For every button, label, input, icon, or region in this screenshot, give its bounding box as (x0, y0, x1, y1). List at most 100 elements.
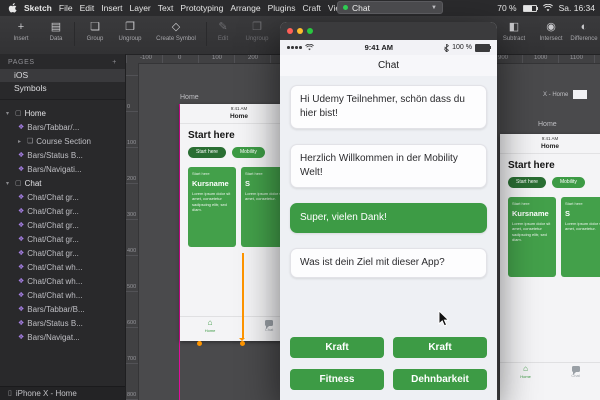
symbol-icon: ❖ (18, 306, 25, 313)
artboard-title[interactable]: Home (180, 94, 199, 101)
menu-text[interactable]: Text (158, 3, 174, 13)
layer-row-home[interactable]: ▾ ▢ Home (0, 106, 125, 120)
reply-button-fitness[interactable]: Fitness (290, 369, 384, 390)
ungroup-icon: ❐ (125, 21, 135, 33)
close-window-button[interactable] (287, 28, 293, 34)
menu-arrange[interactable]: Arrange (230, 3, 260, 13)
mobility-button[interactable]: Mobility (551, 177, 585, 188)
menu-layer[interactable]: Layer (130, 3, 151, 13)
menu-craft[interactable]: Craft (303, 3, 321, 13)
page-title: Chat (377, 60, 400, 71)
layer-row[interactable]: ❖ Chat/Chat gr... (0, 232, 125, 246)
toolbar-difference-button[interactable]: ◐ Difference (569, 20, 599, 42)
layer-row[interactable]: ❖ Bars/Status B... (0, 148, 125, 162)
menu-plugins[interactable]: Plugins (268, 3, 296, 13)
course-card[interactable]: Start here Kursname Lorem ipsum dolor si… (188, 167, 236, 247)
layer-row[interactable]: ❖ Bars/Tabbar/B... (0, 302, 125, 316)
section-heading: Start here (508, 160, 555, 171)
menubar-clock[interactable]: Sa. 16:34 (559, 3, 595, 13)
layer-row[interactable]: ❖ Chat/Chat wh... (0, 288, 125, 302)
layer-row-chat[interactable]: ▾ ▢ Chat (0, 176, 125, 190)
intersect-icon: ◉ (546, 21, 556, 33)
menubar-status-area: 70 % Sa. 16:34 (497, 0, 595, 16)
page-item-symbols[interactable]: Symbols (0, 82, 125, 95)
artboard-icon: ▢ (15, 180, 22, 187)
toolbar-subtract-button[interactable]: ◧ Subtract (496, 20, 532, 42)
menu-prototyping[interactable]: Prototyping (180, 3, 223, 13)
reply-button-dehnbarkeit[interactable]: Dehnbarkeit (393, 369, 487, 390)
course-card[interactable]: Start here S Lorem ipsum dolor sit amet,… (561, 197, 600, 277)
menu-edit[interactable]: Edit (80, 3, 95, 13)
mobility-button[interactable]: Mobility (231, 147, 265, 158)
toolbar-data-button[interactable]: ▤ Data (42, 20, 70, 42)
toolbar-ungroup-button[interactable]: ❐ Ungroup (113, 20, 147, 42)
page-item-ios[interactable]: iOS (0, 69, 125, 82)
tab-home[interactable]: ⌂ Home (520, 365, 531, 380)
menu-app-name[interactable]: Sketch (24, 3, 52, 13)
screen: Sketch File Edit Insert Layer Text Proto… (0, 0, 600, 400)
chevron-down-icon: ▼ (431, 4, 437, 11)
layer-row[interactable]: ❖ Chat/Chat wh... (0, 274, 125, 288)
subtract-icon: ◧ (508, 21, 520, 33)
toolbar-intersect-button[interactable]: ◉ Intersect (534, 20, 568, 42)
layer-row[interactable]: ❖ Chat/Chat gr... (0, 190, 125, 204)
layer-row[interactable]: ❖ Bars/Status B... (0, 316, 125, 330)
prototype-handle[interactable] (197, 341, 202, 346)
layer-row[interactable]: ❖ Chat/Chat wh... (0, 260, 125, 274)
reply-button-kraft-2[interactable]: Kraft (393, 337, 487, 358)
layer-row[interactable]: ❖ Bars/Tabbar/... (0, 120, 125, 134)
wifi-icon[interactable] (542, 4, 553, 12)
artboard-home-right[interactable]: 9:41 AM Home Start here Start here Mobil… (500, 134, 600, 400)
toolbar-separator (74, 22, 75, 46)
toolbar-create-symbol-button[interactable]: ◇ Create Symbol (150, 20, 202, 42)
disclosure-triangle-icon[interactable]: ▸ (18, 138, 24, 145)
disclosure-triangle-icon[interactable]: ▾ (6, 180, 12, 187)
artboard-title[interactable]: X - Home (543, 92, 568, 98)
layer-row[interactable]: ❖ Chat/Chat gr... (0, 204, 125, 218)
phone-status-bar: 9:41 AM 100 % (280, 40, 497, 55)
sidebar-footer[interactable]: ▯ iPhone X - Home (0, 386, 125, 400)
start-here-button[interactable]: Start here (508, 177, 546, 188)
prototype-handle[interactable] (240, 341, 245, 346)
layer-row[interactable]: ❖ Bars/Navigat... (0, 330, 125, 344)
layer-row[interactable]: ❖ Bars/Navigati... (0, 162, 125, 176)
chat-bubble: Hi Udemy Teilnehmer, schön dass du hier … (290, 85, 487, 129)
menu-file[interactable]: File (59, 3, 73, 13)
layer-row[interactable]: ▸ ❏ Course Section (0, 134, 125, 148)
artboard-title[interactable]: Home (538, 121, 557, 128)
toolbar-edit-button[interactable]: ✎ Edit (210, 20, 236, 42)
tab-home[interactable]: ⌂ Home (205, 319, 216, 334)
disclosure-triangle-icon[interactable]: ▾ (6, 110, 12, 117)
tab-chat[interactable]: Chat (265, 319, 273, 333)
layers-sidebar: PAGES + iOS Symbols ▾ ▢ Home ❖ Bars/Tabb… (0, 54, 126, 400)
course-card[interactable]: Start here Kursname Lorem ipsum dolor si… (508, 197, 556, 277)
layer-row[interactable]: ❖ Chat/Chat gr... (0, 218, 125, 232)
toolbar-group-button[interactable]: ❏ Group (80, 20, 110, 42)
toolbar-ungroup2-button[interactable]: ❐ Ungroup (239, 20, 275, 42)
preview-artboard-selector[interactable]: Chat ▼ (337, 1, 443, 14)
start-here-button[interactable]: Start here (188, 147, 226, 158)
symbol-icon: ❖ (18, 278, 25, 285)
zoom-window-button[interactable] (307, 28, 313, 34)
symbol-icon: ❖ (18, 124, 25, 131)
minimize-window-button[interactable] (297, 28, 303, 34)
add-page-button[interactable]: + (112, 59, 117, 66)
symbol-icon: ❖ (18, 334, 25, 341)
symbol-icon: ❖ (18, 250, 25, 257)
group-icon: ❏ (90, 21, 100, 33)
data-icon: ▤ (50, 21, 62, 33)
toolbar-separator (206, 22, 207, 46)
prototype-connector-line (242, 253, 244, 339)
chat-conversation: Hi Udemy Teilnehmer, schön dass du hier … (280, 76, 497, 400)
preview-window-titlebar[interactable] (280, 22, 497, 40)
layer-row[interactable]: ❖ Chat/Chat gr... (0, 246, 125, 260)
chat-nav-bar: Chat (280, 55, 497, 77)
symbol-icon: ❖ (18, 208, 25, 215)
status-time: 9:41 AM (541, 136, 559, 141)
mini-artboard[interactable] (573, 90, 587, 99)
reply-button-kraft-1[interactable]: Kraft (290, 337, 384, 358)
apple-menu-icon[interactable] (8, 3, 17, 13)
tab-chat[interactable]: Chat (571, 365, 580, 379)
toolbar-insert-button[interactable]: + Insert (4, 20, 38, 42)
menu-insert[interactable]: Insert (101, 3, 122, 13)
